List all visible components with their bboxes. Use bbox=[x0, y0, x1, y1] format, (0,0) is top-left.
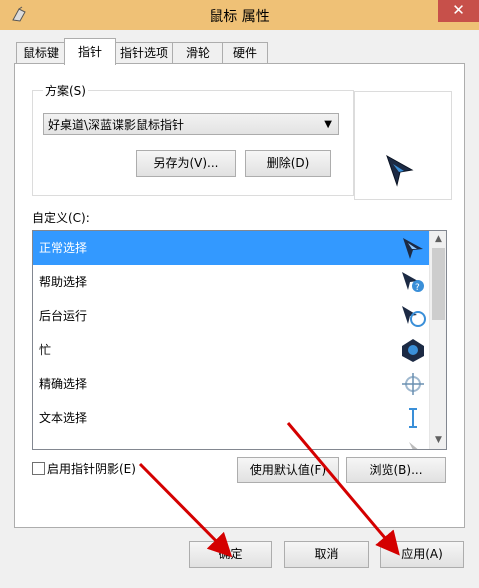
mouse-properties-window: 鼠标 属性 ✕ 鼠标键 指针 指针选项 滑轮 硬件 方案(S) 好桌道\深蓝谍影… bbox=[0, 0, 479, 588]
red-arrow-to-apply bbox=[286, 422, 400, 556]
annotation-arrows bbox=[138, 422, 400, 558]
red-arrow-to-ok bbox=[138, 462, 233, 558]
